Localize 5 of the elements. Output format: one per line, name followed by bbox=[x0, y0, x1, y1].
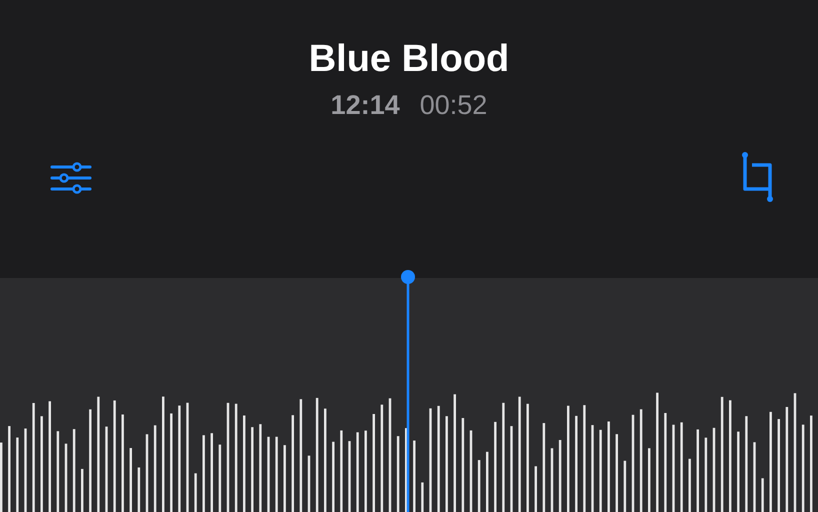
position-time: 00:52 bbox=[420, 90, 488, 121]
settings-icon[interactable] bbox=[50, 160, 92, 196]
duration: 12:14 bbox=[330, 90, 400, 121]
recording-title: Blue Blood bbox=[308, 37, 510, 82]
playhead[interactable] bbox=[401, 270, 415, 512]
